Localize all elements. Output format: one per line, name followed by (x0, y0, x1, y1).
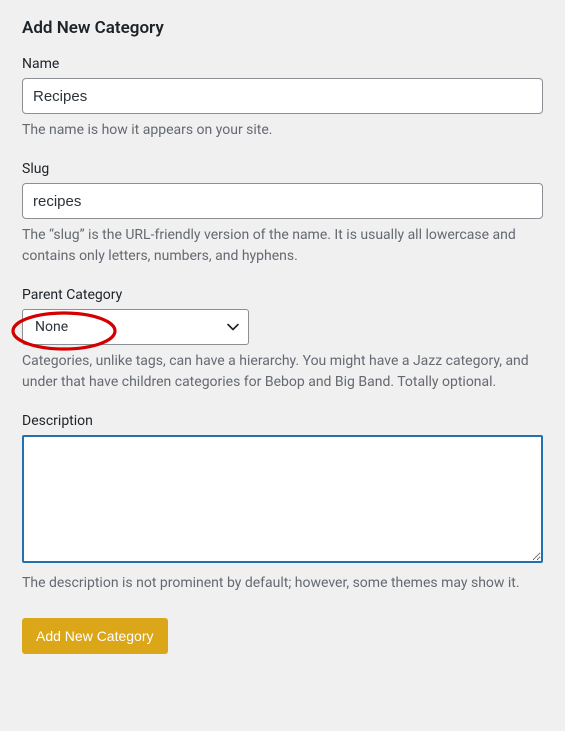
name-input[interactable] (22, 78, 543, 114)
parent-label: Parent Category (22, 287, 543, 303)
parent-category-select[interactable]: None (22, 309, 249, 345)
add-new-category-button[interactable]: Add New Category (22, 618, 168, 654)
description-label: Description (22, 413, 543, 429)
name-label: Name (22, 56, 543, 72)
slug-help: The “slug” is the URL-friendly version o… (22, 225, 543, 267)
field-slug: Slug The “slug” is the URL-friendly vers… (22, 161, 543, 267)
field-description: Description The description is not promi… (22, 413, 543, 594)
name-help: The name is how it appears on your site. (22, 120, 543, 141)
field-name: Name The name is how it appears on your … (22, 56, 543, 141)
description-textarea[interactable] (22, 435, 543, 563)
description-help: The description is not prominent by defa… (22, 573, 543, 594)
field-parent-category: Parent Category None Categories, unlike … (22, 287, 543, 393)
slug-label: Slug (22, 161, 543, 177)
form-heading: Add New Category (22, 18, 543, 38)
parent-help: Categories, unlike tags, can have a hier… (22, 351, 543, 393)
parent-selected-value: None (35, 319, 68, 335)
slug-input[interactable] (22, 183, 543, 219)
